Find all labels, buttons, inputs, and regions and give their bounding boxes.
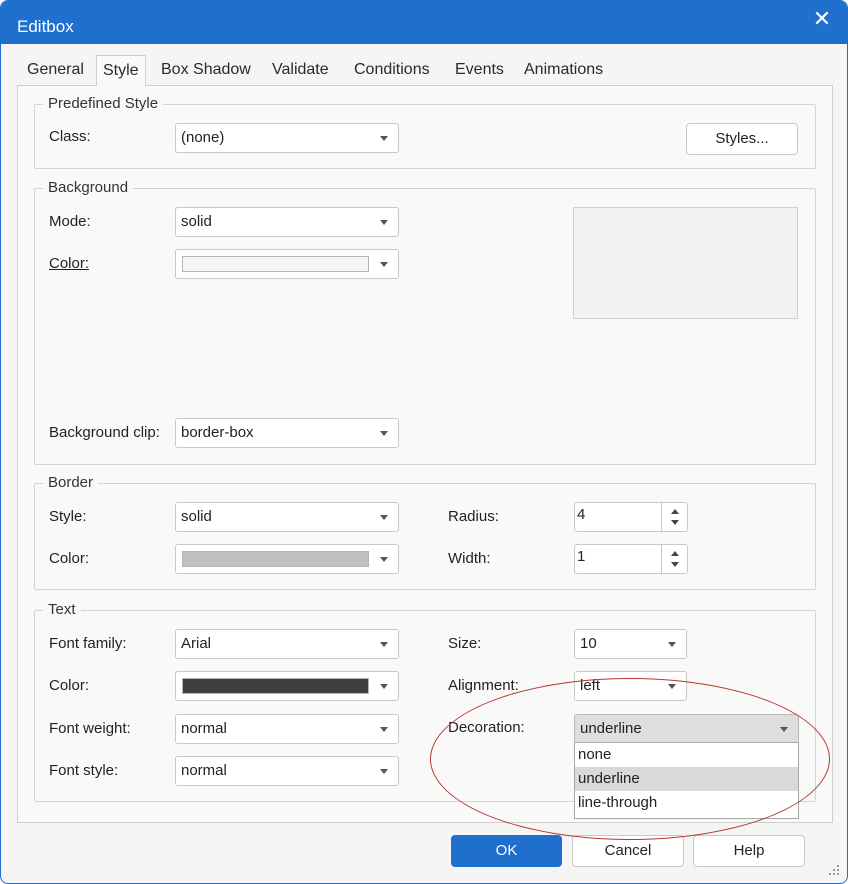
background-color-label: Color: — [49, 255, 90, 272]
tab-animations[interactable]: Animations — [518, 55, 609, 85]
resize-grip-icon[interactable] — [827, 863, 841, 877]
background-clip-select[interactable]: border-box — [175, 418, 399, 448]
size-label: Size: — [448, 635, 482, 652]
background-mode-select[interactable]: solid — [175, 207, 399, 237]
width-input[interactable] — [575, 545, 661, 573]
chevron-up-icon[interactable] — [671, 551, 679, 556]
chevron-down-icon — [380, 769, 388, 774]
tab-general[interactable]: General — [21, 55, 90, 85]
color-swatch — [182, 256, 369, 272]
clip-value: border-box — [181, 424, 254, 441]
font-style-select[interactable]: normal — [175, 756, 399, 786]
styles-button[interactable]: Styles... — [686, 123, 798, 155]
spin-buttons — [661, 503, 687, 531]
font-family-value: Arial — [181, 635, 212, 652]
chevron-down-icon — [668, 642, 676, 647]
chevron-down-icon — [380, 642, 388, 647]
tab-style[interactable]: Style — [96, 55, 146, 86]
chevron-down-icon — [380, 727, 388, 732]
background-preview — [573, 207, 798, 319]
tab-box-shadow[interactable]: Box Shadow — [155, 55, 257, 85]
group-label: Border — [43, 474, 99, 491]
background-group: Background Mode: solid Color: Background… — [34, 179, 816, 465]
alignment-select[interactable]: left — [574, 671, 687, 701]
chevron-up-icon[interactable] — [671, 509, 679, 514]
color-swatch — [182, 551, 369, 567]
radius-input[interactable] — [575, 503, 661, 531]
style-tab-panel: Predefined Style Class: (none) Styles...… — [17, 85, 833, 823]
tab-strip: General Style Box Shadow Validate Condit… — [17, 55, 833, 86]
chevron-down-icon — [380, 220, 388, 225]
chevron-down-icon — [380, 262, 388, 267]
group-label: Text — [43, 601, 81, 618]
chevron-down-icon — [380, 431, 388, 436]
text-color-picker[interactable] — [175, 671, 399, 701]
class-label: Class: — [49, 128, 91, 145]
alignment-label: Alignment: — [448, 677, 519, 694]
group-label: Background — [43, 179, 134, 196]
chevron-down-icon — [380, 515, 388, 520]
text-color-label: Color: — [49, 677, 90, 694]
border-color-label: Color: — [49, 550, 90, 567]
size-select[interactable]: 10 — [574, 629, 687, 659]
editbox-dialog: Editbox ✕ General Style Box Shadow Valid… — [0, 0, 848, 884]
mode-value: solid — [181, 213, 212, 230]
decoration-dropdown-list: none underline line-through — [574, 742, 799, 819]
decoration-value: underline — [580, 720, 642, 737]
tab-validate[interactable]: Validate — [266, 55, 335, 85]
border-style-select[interactable]: solid — [175, 502, 399, 532]
class-value: (none) — [181, 129, 225, 146]
radius-label: Radius: — [448, 508, 499, 525]
help-button[interactable]: Help — [693, 835, 805, 867]
chevron-down-icon — [380, 136, 388, 141]
width-stepper[interactable] — [574, 544, 688, 574]
font-family-label: Font family: — [49, 635, 127, 652]
chevron-down-icon — [668, 684, 676, 689]
chevron-down-icon — [380, 684, 388, 689]
alignment-value: left — [580, 677, 601, 694]
background-clip-label: Background clip: — [49, 424, 160, 441]
chevron-down-icon — [380, 557, 388, 562]
class-select[interactable]: (none) — [175, 123, 399, 153]
decoration-option-underline[interactable]: underline — [575, 767, 798, 791]
font-style-value: normal — [181, 762, 227, 779]
border-group: Border Style: solid Color: Radius: Width… — [34, 474, 816, 590]
border-style-value: solid — [181, 508, 212, 525]
mode-label: Mode: — [49, 213, 91, 230]
font-weight-select[interactable]: normal — [175, 714, 399, 744]
radius-stepper[interactable] — [574, 502, 688, 532]
font-style-label: Font style: — [49, 762, 119, 779]
spin-buttons — [661, 545, 687, 573]
chevron-down-icon — [780, 727, 788, 732]
border-style-label: Style: — [49, 508, 87, 525]
title-bar: Editbox ✕ — [1, 1, 847, 44]
close-icon[interactable]: ✕ — [807, 7, 837, 31]
border-color-picker[interactable] — [175, 544, 399, 574]
chevron-down-icon[interactable] — [671, 520, 679, 525]
decoration-select[interactable]: underline — [574, 714, 799, 744]
decoration-label: Decoration: — [448, 719, 525, 736]
font-weight-value: normal — [181, 720, 227, 737]
cancel-button[interactable]: Cancel — [572, 835, 684, 867]
color-swatch — [182, 678, 369, 694]
width-label: Width: — [448, 550, 491, 567]
ok-button[interactable]: OK — [451, 835, 562, 867]
decoration-option-line-through[interactable]: line-through — [575, 791, 798, 815]
font-family-select[interactable]: Arial — [175, 629, 399, 659]
size-value: 10 — [580, 635, 597, 652]
tab-conditions[interactable]: Conditions — [348, 55, 436, 85]
predefined-style-group: Predefined Style Class: (none) Styles... — [34, 95, 816, 169]
group-label: Predefined Style — [43, 95, 164, 112]
dialog-title: Editbox — [17, 17, 74, 36]
chevron-down-icon[interactable] — [671, 562, 679, 567]
decoration-option-none[interactable]: none — [575, 743, 798, 767]
font-weight-label: Font weight: — [49, 720, 131, 737]
tab-events[interactable]: Events — [449, 55, 510, 85]
background-color-picker[interactable] — [175, 249, 399, 279]
